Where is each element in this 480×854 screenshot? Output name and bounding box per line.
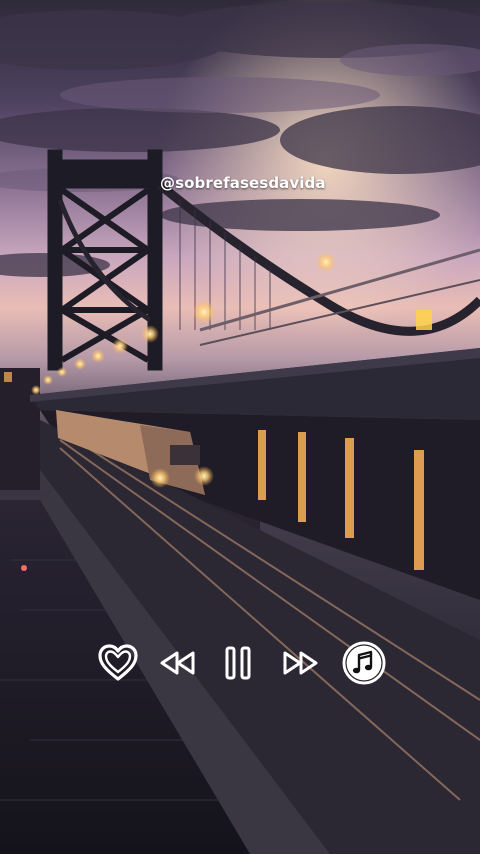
media-controls <box>96 640 388 686</box>
pause-icon[interactable] <box>220 642 256 684</box>
creator-handle-watermark: @sobrefasesdavida <box>160 174 326 192</box>
video-screen: @sobrefasesdavida <box>0 0 480 854</box>
music-note-icon[interactable] <box>341 640 387 686</box>
fast-forward-icon[interactable] <box>280 644 320 682</box>
heart-outline-icon[interactable] <box>96 640 140 686</box>
rewind-icon[interactable] <box>158 644 198 682</box>
bridge-train-background <box>0 0 480 854</box>
